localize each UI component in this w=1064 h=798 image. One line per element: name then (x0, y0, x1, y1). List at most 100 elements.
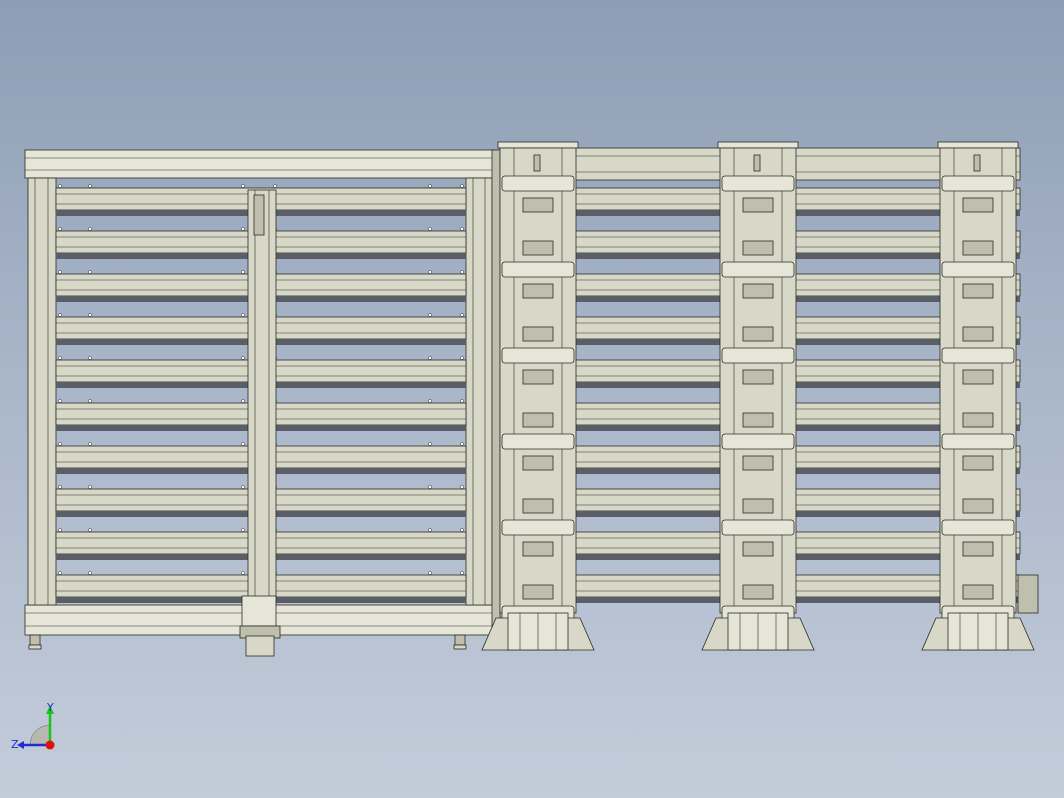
bolt (58, 399, 62, 403)
bolt (428, 356, 432, 360)
lifter-base (241, 595, 277, 627)
bolt (58, 571, 62, 575)
bolt (428, 184, 432, 188)
tower-bracket-0-1 (501, 261, 575, 278)
bolt (428, 485, 432, 489)
tower-bracket-1-3 (721, 433, 795, 450)
tower-bracket-0-3 (501, 433, 575, 450)
tower-window-2-1 (962, 240, 994, 256)
bolt (241, 528, 245, 532)
tower-window-0-9 (522, 584, 554, 600)
lifter-mast (247, 189, 277, 606)
frame-joint-plate (491, 149, 501, 636)
bolt (88, 528, 92, 532)
bolt (88, 227, 92, 231)
lifter-wheel (245, 635, 275, 657)
triad-origin-x (45, 740, 55, 750)
tower-window-0-6 (522, 455, 554, 471)
bolt (58, 184, 62, 188)
bolt (460, 270, 464, 274)
left-frame-post-left (27, 177, 57, 606)
tower-window-1-3 (742, 326, 774, 342)
tower-window-2-2 (962, 283, 994, 299)
tower-window-2-9 (962, 584, 994, 600)
frame-foot-pad-0 (28, 644, 42, 650)
tower-window-1-1 (742, 240, 774, 256)
left-frame-top-beam (24, 149, 496, 179)
bolt (241, 399, 245, 403)
bolt (88, 442, 92, 446)
left-frame-post-right (465, 177, 493, 606)
bolt (241, 356, 245, 360)
bolt (428, 270, 432, 274)
bolt (88, 571, 92, 575)
tower-bracket-0-4 (501, 519, 575, 536)
bolt (241, 571, 245, 575)
bolt (241, 442, 245, 446)
tower-bracket-0-2 (501, 347, 575, 364)
bolt (428, 442, 432, 446)
tower-bracket-2-4 (941, 519, 1015, 536)
tower-slot-0 (533, 154, 541, 172)
frame-foot-1 (454, 634, 466, 646)
tower-window-2-6 (962, 455, 994, 471)
tower-window-0-5 (522, 412, 554, 428)
tower-window-2-3 (962, 326, 994, 342)
bolt (88, 270, 92, 274)
tower-bracket-2-3 (941, 433, 1015, 450)
tower-window-0-3 (522, 326, 554, 342)
bolt (460, 528, 464, 532)
tower-window-2-5 (962, 412, 994, 428)
tower-window-1-2 (742, 283, 774, 299)
tower-window-1-5 (742, 412, 774, 428)
tower-cap-2 (937, 141, 1019, 149)
cad-viewport[interactable]: Y Z (0, 0, 1064, 798)
bolt (241, 313, 245, 317)
view-orientation-triad[interactable]: Y Z (11, 701, 55, 751)
bolt (88, 184, 92, 188)
tower-bracket-0-0 (501, 175, 575, 192)
tower-window-1-6 (742, 455, 774, 471)
tower-window-2-0 (962, 197, 994, 213)
bolt (428, 313, 432, 317)
bolt (241, 485, 245, 489)
tower-window-1-9 (742, 584, 774, 600)
bolt (241, 270, 245, 274)
bolt (460, 442, 464, 446)
bolt (460, 184, 464, 188)
tower-bracket-2-1 (941, 261, 1015, 278)
tower-window-2-8 (962, 541, 994, 557)
tower-bracket-1-2 (721, 347, 795, 364)
bolt (460, 313, 464, 317)
tower-window-0-7 (522, 498, 554, 514)
bolt (58, 270, 62, 274)
tower-window-2-4 (962, 369, 994, 385)
bolt (58, 485, 62, 489)
lifter-carriage (253, 194, 265, 236)
tower-window-1-8 (742, 541, 774, 557)
storage-rack-assembly (24, 141, 1039, 657)
frame-foot-pad-1 (453, 644, 467, 650)
bolt (58, 227, 62, 231)
tower-window-1-0 (742, 197, 774, 213)
tower-bracket-1-4 (721, 519, 795, 536)
bolt (58, 528, 62, 532)
bolt (58, 356, 62, 360)
bolt (460, 227, 464, 231)
bolt (58, 313, 62, 317)
tower-cap-0 (497, 141, 579, 149)
end-drive-box (1017, 574, 1039, 614)
bolt (428, 227, 432, 231)
tower-window-0-4 (522, 369, 554, 385)
bolt (428, 528, 432, 532)
bolt (460, 485, 464, 489)
triad-label-z: Z (11, 738, 19, 751)
tower-window-0-8 (522, 541, 554, 557)
tower-bracket-2-0 (941, 175, 1015, 192)
tower-window-2-7 (962, 498, 994, 514)
tower-cap-1 (717, 141, 799, 149)
bolt (88, 313, 92, 317)
bolt (88, 356, 92, 360)
bolt (88, 399, 92, 403)
bolt (241, 184, 245, 188)
